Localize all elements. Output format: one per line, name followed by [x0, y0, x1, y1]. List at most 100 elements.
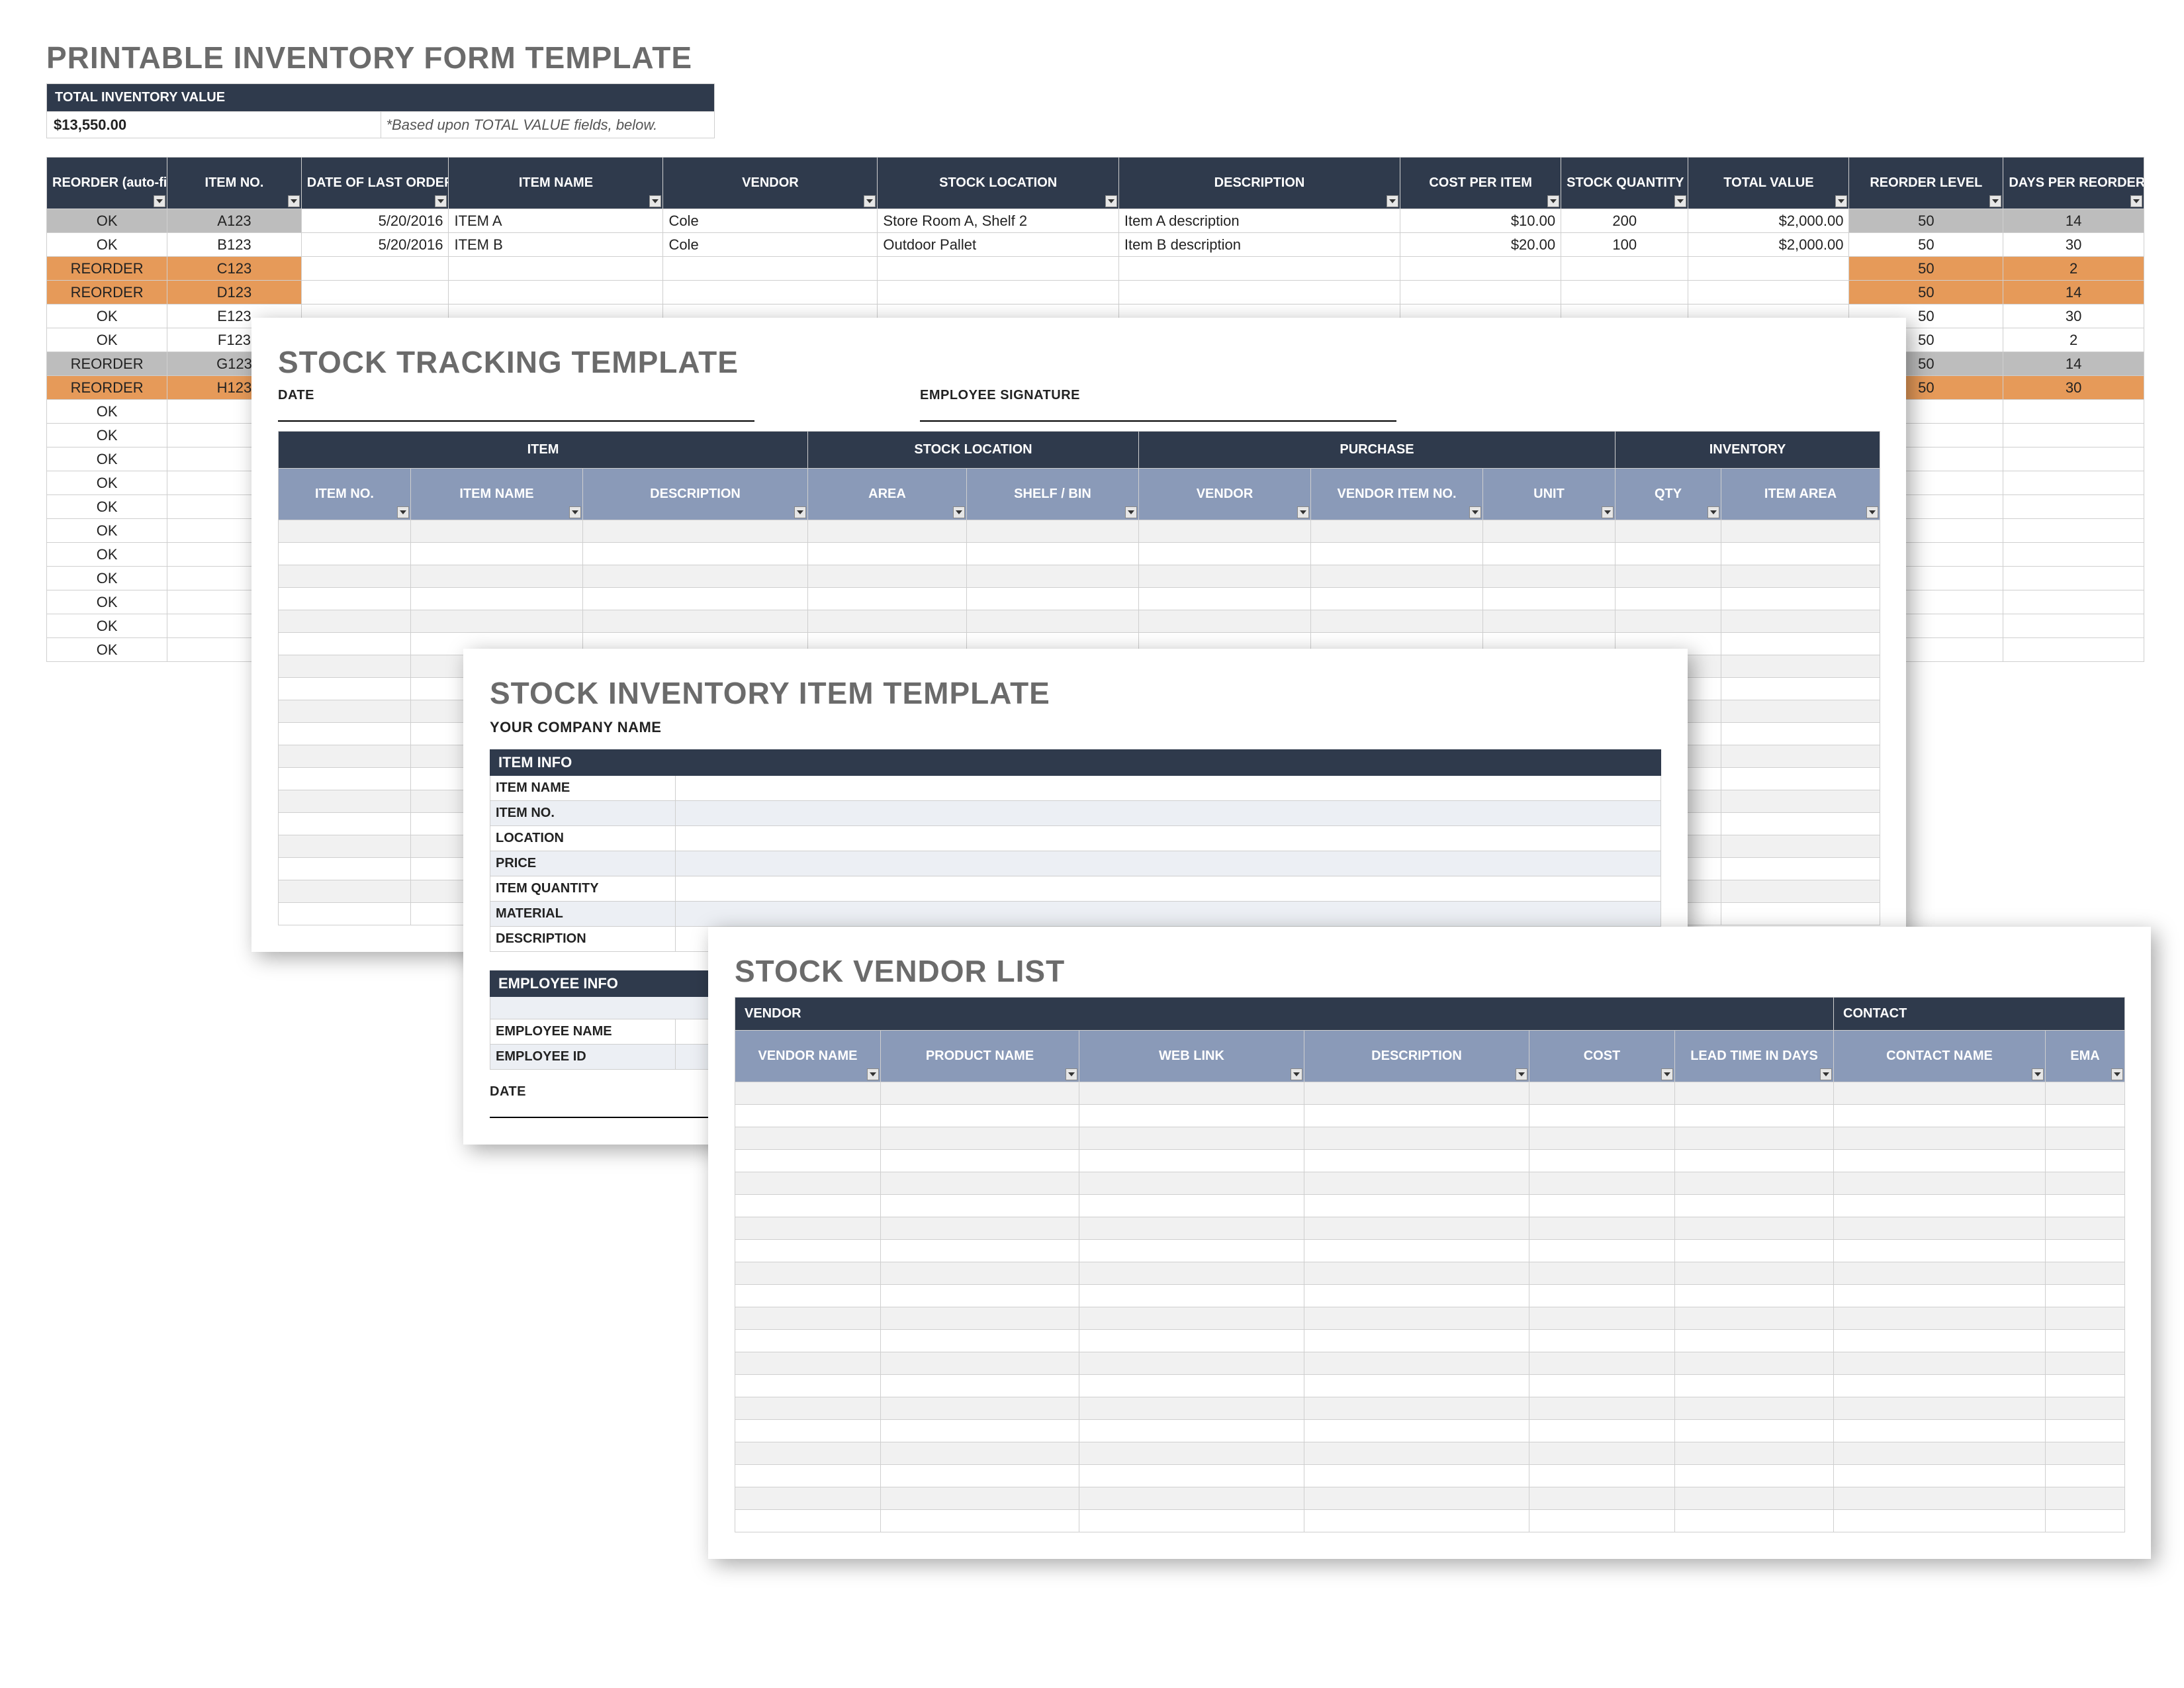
cell[interactable] — [1304, 1307, 1529, 1330]
cell[interactable] — [967, 565, 1139, 588]
cell[interactable] — [878, 257, 1118, 281]
cell[interactable] — [1834, 1195, 2046, 1217]
cell[interactable] — [2003, 590, 2144, 614]
cell[interactable]: REORDER — [47, 352, 167, 376]
column-header[interactable]: SHELF / BIN — [967, 469, 1139, 520]
cell[interactable] — [1304, 1262, 1529, 1285]
cell[interactable] — [2046, 1217, 2125, 1240]
cell[interactable] — [1721, 903, 1880, 925]
cell[interactable] — [279, 520, 411, 543]
cell[interactable] — [449, 257, 663, 281]
filter-dropdown-icon[interactable] — [569, 506, 581, 518]
cell[interactable]: OK — [47, 495, 167, 519]
cell[interactable]: REORDER — [47, 281, 167, 305]
column-header[interactable]: PRODUCT NAME — [881, 1031, 1079, 1082]
cell[interactable]: OK — [47, 424, 167, 447]
column-header[interactable]: VENDOR — [663, 158, 878, 209]
cell[interactable] — [301, 257, 449, 281]
cell[interactable] — [735, 1217, 881, 1240]
column-header[interactable]: COST PER ITEM — [1400, 158, 1561, 209]
cell[interactable] — [735, 1352, 881, 1375]
cell[interactable]: 5/20/2016 — [301, 233, 449, 257]
cell[interactable] — [1079, 1420, 1304, 1442]
column-header[interactable]: REORDER LEVEL — [1849, 158, 2003, 209]
cell[interactable] — [1675, 1307, 1834, 1330]
cell[interactable] — [1079, 1352, 1304, 1375]
column-header[interactable]: COST — [1529, 1031, 1675, 1082]
cell[interactable] — [1304, 1240, 1529, 1262]
cell[interactable] — [1529, 1307, 1675, 1330]
cell[interactable] — [1721, 588, 1880, 610]
cell[interactable] — [735, 1510, 881, 1532]
column-header[interactable]: STOCK QUANTITY — [1561, 158, 1688, 209]
cell[interactable] — [1834, 1375, 2046, 1397]
cell[interactable] — [1304, 1487, 1529, 1510]
cell[interactable] — [411, 520, 583, 543]
cell[interactable] — [1079, 1127, 1304, 1150]
cell[interactable]: C123 — [167, 257, 301, 281]
cell[interactable] — [1834, 1127, 2046, 1150]
filter-dropdown-icon[interactable] — [2032, 1068, 2044, 1080]
cell[interactable] — [1675, 1510, 1834, 1532]
cell[interactable] — [1688, 257, 1849, 281]
cell[interactable] — [1079, 1510, 1304, 1532]
cell[interactable] — [583, 610, 808, 633]
cell[interactable] — [1721, 543, 1880, 565]
cell[interactable] — [279, 813, 411, 835]
cell[interactable] — [881, 1307, 1079, 1330]
cell[interactable]: OK — [47, 328, 167, 352]
cell[interactable] — [2046, 1240, 2125, 1262]
cell[interactable]: OK — [47, 471, 167, 495]
column-header[interactable]: DATE OF LAST ORDER — [301, 158, 449, 209]
cell[interactable] — [279, 790, 411, 813]
column-header[interactable]: VENDOR ITEM NO. — [1311, 469, 1483, 520]
cell[interactable] — [279, 723, 411, 745]
cell[interactable] — [1139, 520, 1311, 543]
cell[interactable] — [279, 835, 411, 858]
cell[interactable] — [1079, 1172, 1304, 1195]
field-value[interactable] — [676, 851, 1661, 876]
cell[interactable] — [881, 1082, 1079, 1105]
cell[interactable] — [1675, 1285, 1834, 1307]
cell[interactable]: $2,000.00 — [1688, 233, 1849, 257]
cell[interactable] — [1483, 610, 1615, 633]
signature-input-line[interactable] — [920, 403, 1396, 422]
cell[interactable] — [449, 281, 663, 305]
column-header[interactable]: DAYS PER REORDER — [2003, 158, 2144, 209]
cell[interactable]: 5/20/2016 — [301, 209, 449, 233]
cell[interactable] — [967, 588, 1139, 610]
cell[interactable] — [1675, 1465, 1834, 1487]
filter-dropdown-icon[interactable] — [397, 506, 409, 518]
cell[interactable] — [1079, 1150, 1304, 1172]
cell[interactable] — [1304, 1217, 1529, 1240]
cell[interactable]: OK — [47, 233, 167, 257]
cell[interactable] — [1304, 1105, 1529, 1127]
cell[interactable] — [881, 1217, 1079, 1240]
cell[interactable] — [279, 858, 411, 880]
cell[interactable]: Outdoor Pallet — [878, 233, 1118, 257]
cell[interactable] — [1675, 1150, 1834, 1172]
filter-dropdown-icon[interactable] — [288, 195, 300, 207]
filter-dropdown-icon[interactable] — [649, 195, 661, 207]
cell[interactable] — [1311, 588, 1483, 610]
cell[interactable] — [1304, 1330, 1529, 1352]
cell[interactable] — [1079, 1262, 1304, 1285]
cell[interactable] — [411, 610, 583, 633]
cell[interactable]: D123 — [167, 281, 301, 305]
column-header[interactable]: AREA — [808, 469, 967, 520]
cell[interactable] — [1529, 1172, 1675, 1195]
cell[interactable] — [881, 1510, 1079, 1532]
cell[interactable] — [1311, 543, 1483, 565]
cell[interactable] — [1721, 745, 1880, 768]
cell[interactable] — [663, 257, 878, 281]
cell[interactable] — [1561, 281, 1688, 305]
cell[interactable] — [1834, 1442, 2046, 1465]
cell[interactable] — [1675, 1352, 1834, 1375]
filter-dropdown-icon[interactable] — [1707, 506, 1719, 518]
cell[interactable]: Cole — [663, 233, 878, 257]
cell[interactable]: OK — [47, 567, 167, 590]
column-header[interactable]: VENDOR NAME — [735, 1031, 881, 1082]
cell[interactable] — [1675, 1442, 1834, 1465]
cell[interactable] — [1304, 1082, 1529, 1105]
cell[interactable] — [279, 880, 411, 903]
